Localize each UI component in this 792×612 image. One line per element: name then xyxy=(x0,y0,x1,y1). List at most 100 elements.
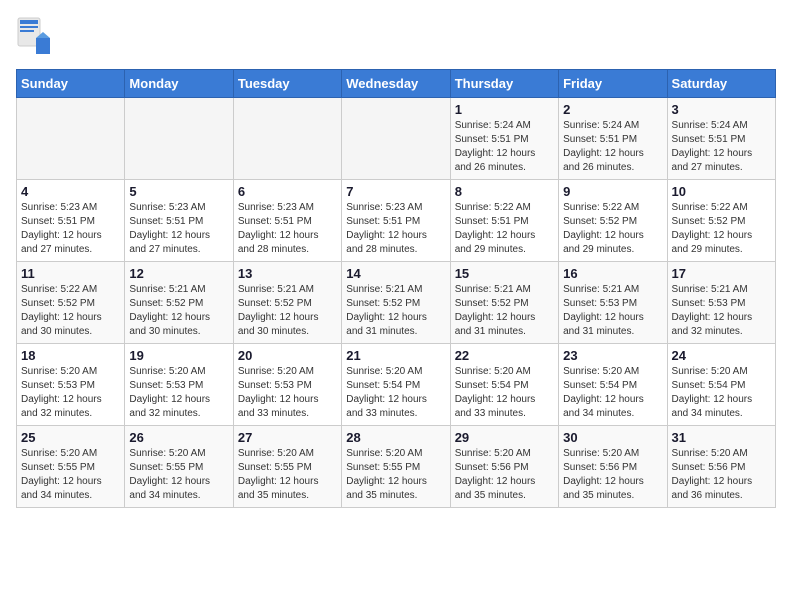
day-number: 8 xyxy=(455,184,554,199)
day-info: Sunrise: 5:21 AMSunset: 5:52 PMDaylight:… xyxy=(346,283,445,339)
day-number: 15 xyxy=(455,266,554,281)
weekday-header-saturday: Saturday xyxy=(667,70,775,98)
day-number: 29 xyxy=(455,430,554,445)
calendar-cell: 27 Sunrise: 5:20 AMSunset: 5:55 PMDayligh… xyxy=(233,426,341,508)
day-info: Sunrise: 5:22 AMSunset: 5:52 PMDaylight:… xyxy=(672,201,771,257)
weekday-header-wednesday: Wednesday xyxy=(342,70,450,98)
day-info: Sunrise: 5:20 AMSunset: 5:54 PMDaylight:… xyxy=(672,365,771,421)
day-number: 17 xyxy=(672,266,771,281)
day-number: 22 xyxy=(455,348,554,363)
calendar-week-row: 11 Sunrise: 5:22 AMSunset: 5:52 PMDayligh… xyxy=(17,262,776,344)
logo-icon xyxy=(16,16,52,61)
weekday-header-thursday: Thursday xyxy=(450,70,558,98)
day-number: 28 xyxy=(346,430,445,445)
day-number: 18 xyxy=(21,348,120,363)
calendar-cell: 2Sunrise: 5:24 AMSunset: 5:51 PMDaylight… xyxy=(559,98,667,180)
calendar-cell: 22Sunrise: 5:20 AMSunset: 5:54 PMDayligh… xyxy=(450,344,558,426)
calendar-week-row: 1 Sunrise: 5:24 AMSunset: 5:51 PMDaylight… xyxy=(17,98,776,180)
calendar-cell: 24 Sunrise: 5:20 AMSunset: 5:54 PMDayligh… xyxy=(667,344,775,426)
day-info: Sunrise: 5:22 AMSunset: 5:52 PMDaylight:… xyxy=(563,201,662,257)
calendar-cell: 14 Sunrise: 5:21 AMSunset: 5:52 PMDayligh… xyxy=(342,262,450,344)
calendar-cell: 6 Sunrise: 5:23 AMSunset: 5:51 PMDaylight… xyxy=(233,180,341,262)
day-info: Sunrise: 5:24 AMSunset: 5:51 PMDaylight:… xyxy=(455,119,554,175)
calendar-cell: 28 Sunrise: 5:20 AMSunset: 5:55 PMDayligh… xyxy=(342,426,450,508)
day-info: Sunrise: 5:21 AMSunset: 5:52 PMDaylight:… xyxy=(455,283,554,339)
day-info: Sunrise: 5:20 AMSunset: 5:53 PMDaylight:… xyxy=(21,365,120,421)
calendar-cell: 20 Sunrise: 5:20 AMSunset: 5:53 PMDayligh… xyxy=(233,344,341,426)
calendar-cell: 25 Sunrise: 5:20 AMSunset: 5:55 PMDayligh… xyxy=(17,426,125,508)
day-number: 9 xyxy=(563,184,662,199)
calendar-cell: 23 Sunrise: 5:20 AMSunset: 5:54 PMDayligh… xyxy=(559,344,667,426)
calendar-cell: 19 Sunrise: 5:20 AMSunset: 5:53 PMDayligh… xyxy=(125,344,233,426)
calendar-week-row: 4 Sunrise: 5:23 AMSunset: 5:51 PMDaylight… xyxy=(17,180,776,262)
day-number: 20 xyxy=(238,348,337,363)
calendar-cell: 18 Sunrise: 5:20 AMSunset: 5:53 PMDayligh… xyxy=(17,344,125,426)
weekday-header-monday: Monday xyxy=(125,70,233,98)
day-number: 7 xyxy=(346,184,445,199)
calendar-week-row: 18 Sunrise: 5:20 AMSunset: 5:53 PMDayligh… xyxy=(17,344,776,426)
day-info: Sunrise: 5:20 AMSunset: 5:54 PMDaylight:… xyxy=(563,365,662,421)
day-info: Sunrise: 5:23 AMSunset: 5:51 PMDaylight:… xyxy=(346,201,445,257)
day-number: 5 xyxy=(129,184,228,199)
day-info: Sunrise: 5:20 AMSunset: 5:55 PMDaylight:… xyxy=(238,447,337,503)
weekday-header-tuesday: Tuesday xyxy=(233,70,341,98)
day-number: 31 xyxy=(672,430,771,445)
day-info: Sunrise: 5:22 AMSunset: 5:52 PMDaylight:… xyxy=(21,283,120,339)
day-number: 12 xyxy=(129,266,228,281)
calendar-cell: 15 Sunrise: 5:21 AMSunset: 5:52 PMDayligh… xyxy=(450,262,558,344)
calendar-week-row: 25 Sunrise: 5:20 AMSunset: 5:55 PMDayligh… xyxy=(17,426,776,508)
day-info: Sunrise: 5:23 AMSunset: 5:51 PMDaylight:… xyxy=(238,201,337,257)
day-info: Sunrise: 5:24 AMSunset: 5:51 PMDaylight:… xyxy=(672,119,771,175)
calendar-cell: 1 Sunrise: 5:24 AMSunset: 5:51 PMDaylight… xyxy=(450,98,558,180)
calendar-cell: 4 Sunrise: 5:23 AMSunset: 5:51 PMDaylight… xyxy=(17,180,125,262)
day-info: Sunrise: 5:20 AMSunset: 5:56 PMDaylight:… xyxy=(672,447,771,503)
calendar-cell: 30Sunrise: 5:20 AMSunset: 5:56 PMDayligh… xyxy=(559,426,667,508)
calendar-cell: 9 Sunrise: 5:22 AMSunset: 5:52 PMDaylight… xyxy=(559,180,667,262)
day-info: Sunrise: 5:20 AMSunset: 5:55 PMDaylight:… xyxy=(346,447,445,503)
day-number: 27 xyxy=(238,430,337,445)
calendar-cell xyxy=(125,98,233,180)
day-info: Sunrise: 5:21 AMSunset: 5:52 PMDaylight:… xyxy=(129,283,228,339)
day-number: 6 xyxy=(238,184,337,199)
calendar-cell: 13Sunrise: 5:21 AMSunset: 5:52 PMDayligh… xyxy=(233,262,341,344)
calendar-cell: 10 Sunrise: 5:22 AMSunset: 5:52 PMDayligh… xyxy=(667,180,775,262)
calendar-cell: 16 Sunrise: 5:21 AMSunset: 5:53 PMDayligh… xyxy=(559,262,667,344)
calendar-cell: 8Sunrise: 5:22 AMSunset: 5:51 PMDaylight… xyxy=(450,180,558,262)
calendar-cell xyxy=(342,98,450,180)
day-info: Sunrise: 5:21 AMSunset: 5:53 PMDaylight:… xyxy=(672,283,771,339)
day-info: Sunrise: 5:20 AMSunset: 5:53 PMDaylight:… xyxy=(129,365,228,421)
day-number: 24 xyxy=(672,348,771,363)
weekday-header-friday: Friday xyxy=(559,70,667,98)
weekday-header-row: SundayMondayTuesdayWednesdayThursdayFrid… xyxy=(17,70,776,98)
weekday-header-sunday: Sunday xyxy=(17,70,125,98)
day-number: 4 xyxy=(21,184,120,199)
day-number: 11 xyxy=(21,266,120,281)
calendar-cell: 31 Sunrise: 5:20 AMSunset: 5:56 PMDayligh… xyxy=(667,426,775,508)
day-info: Sunrise: 5:20 AMSunset: 5:55 PMDaylight:… xyxy=(21,447,120,503)
day-number: 21 xyxy=(346,348,445,363)
day-number: 10 xyxy=(672,184,771,199)
day-number: 26 xyxy=(129,430,228,445)
day-number: 19 xyxy=(129,348,228,363)
calendar-cell: 7 Sunrise: 5:23 AMSunset: 5:51 PMDaylight… xyxy=(342,180,450,262)
day-info: Sunrise: 5:20 AMSunset: 5:54 PMDaylight:… xyxy=(346,365,445,421)
day-info: Sunrise: 5:21 AMSunset: 5:53 PMDaylight:… xyxy=(563,283,662,339)
day-info: Sunrise: 5:20 AMSunset: 5:55 PMDaylight:… xyxy=(129,447,228,503)
day-number: 16 xyxy=(563,266,662,281)
day-info: Sunrise: 5:23 AMSunset: 5:51 PMDaylight:… xyxy=(21,201,120,257)
day-number: 3 xyxy=(672,102,771,117)
day-number: 14 xyxy=(346,266,445,281)
day-info: Sunrise: 5:20 AMSunset: 5:56 PMDaylight:… xyxy=(455,447,554,503)
day-info: Sunrise: 5:20 AMSunset: 5:56 PMDaylight:… xyxy=(563,447,662,503)
day-info: Sunrise: 5:20 AMSunset: 5:53 PMDaylight:… xyxy=(238,365,337,421)
day-number: 23 xyxy=(563,348,662,363)
calendar-cell: 17 Sunrise: 5:21 AMSunset: 5:53 PMDayligh… xyxy=(667,262,775,344)
calendar-cell: 29 Sunrise: 5:20 AMSunset: 5:56 PMDayligh… xyxy=(450,426,558,508)
logo xyxy=(16,16,56,61)
day-number: 25 xyxy=(21,430,120,445)
day-info: Sunrise: 5:21 AMSunset: 5:52 PMDaylight:… xyxy=(238,283,337,339)
calendar-cell xyxy=(233,98,341,180)
calendar-cell: 3 Sunrise: 5:24 AMSunset: 5:51 PMDaylight… xyxy=(667,98,775,180)
calendar-cell: 12 Sunrise: 5:21 AMSunset: 5:52 PMDayligh… xyxy=(125,262,233,344)
day-number: 1 xyxy=(455,102,554,117)
